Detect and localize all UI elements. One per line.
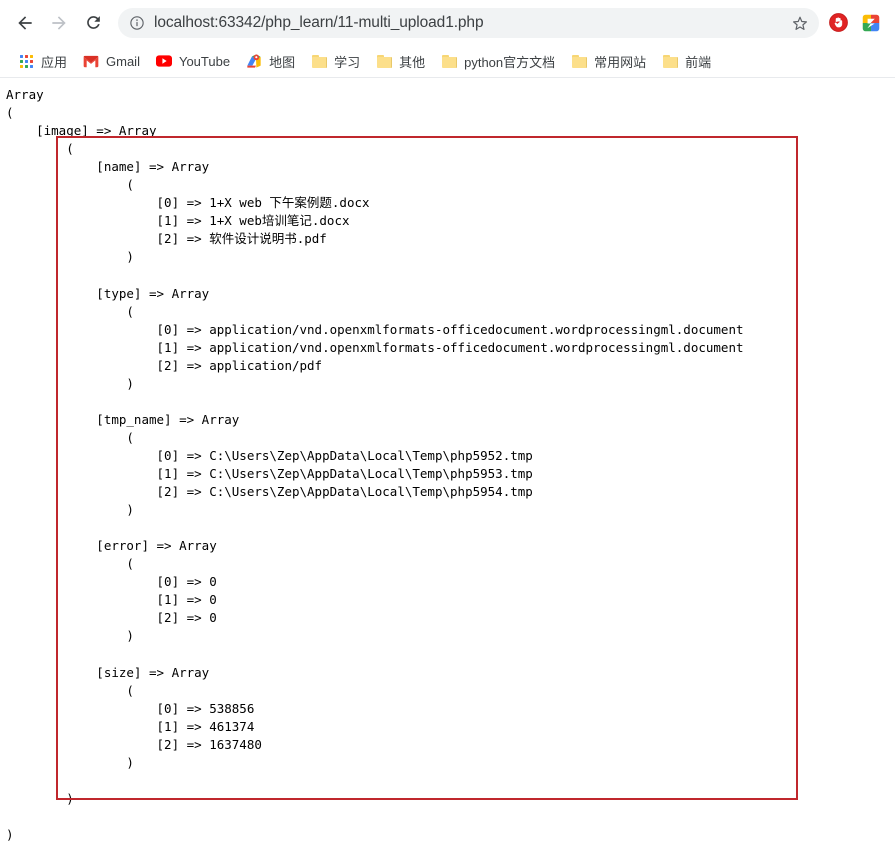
- gmail-icon: [83, 53, 99, 69]
- colorful-extension-icon[interactable]: [857, 9, 885, 37]
- reload-icon: [86, 16, 100, 29]
- bookmark-label: Gmail: [106, 53, 140, 69]
- bookmark-label: 常用网站: [594, 54, 647, 70]
- print-r-output: Array ( [image] => Array ( [name] => Arr…: [6, 87, 744, 842]
- bookmark-label: YouTube: [178, 53, 231, 69]
- folder-icon: [662, 53, 678, 69]
- apps-grid-icon: [18, 53, 34, 69]
- folder-icon: [376, 53, 392, 69]
- bookmark-folder-common-sites[interactable]: 常用网站: [563, 48, 654, 74]
- bookmark-label: 地图: [269, 54, 296, 70]
- browser-chrome: localhost:63342/php_learn/11-multi_uploa…: [0, 0, 895, 78]
- folder-icon: [311, 53, 327, 69]
- info-circle-icon[interactable]: [129, 15, 145, 31]
- forward-button[interactable]: [42, 6, 76, 40]
- bookmarks-bar: 应用 Gmail YouTube 地图 学习 其他 python官方文档 常用网…: [0, 45, 895, 78]
- bookmark-folder-xuexi[interactable]: 学习: [303, 48, 368, 74]
- bookmark-label: 前端: [685, 54, 712, 70]
- back-button[interactable]: [8, 6, 42, 40]
- bookmark-maps[interactable]: 地图: [238, 48, 303, 74]
- bookmark-youtube[interactable]: YouTube: [148, 48, 238, 74]
- youtube-icon: [155, 53, 172, 69]
- folder-icon: [571, 53, 587, 69]
- bookmark-star-icon[interactable]: [787, 10, 813, 36]
- bookmark-label: 其他: [399, 54, 426, 70]
- back-arrow-icon: [18, 15, 32, 30]
- bookmark-folder-frontend[interactable]: 前端: [654, 48, 719, 74]
- bookmark-gmail[interactable]: Gmail: [75, 48, 148, 74]
- bookmark-label: 应用: [41, 54, 68, 70]
- url-text[interactable]: localhost:63342/php_learn/11-multi_uploa…: [154, 14, 783, 32]
- bookmark-label: python官方文档: [464, 54, 556, 70]
- bookmark-folder-qita[interactable]: 其他: [368, 48, 433, 74]
- bookmark-apps[interactable]: 应用: [10, 48, 75, 74]
- page-viewport: Array ( [image] => Array ( [name] => Arr…: [0, 78, 895, 848]
- adblock-extension-icon[interactable]: [824, 9, 852, 37]
- folder-icon: [441, 53, 457, 69]
- browser-toolbar: localhost:63342/php_learn/11-multi_uploa…: [0, 0, 895, 45]
- bookmark-folder-python-docs[interactable]: python官方文档: [433, 48, 563, 74]
- address-bar[interactable]: localhost:63342/php_learn/11-multi_uploa…: [118, 7, 819, 38]
- forward-arrow-icon: [52, 15, 66, 30]
- reload-button[interactable]: [76, 6, 110, 40]
- bookmark-label: 学习: [334, 54, 361, 70]
- maps-icon: [246, 53, 262, 69]
